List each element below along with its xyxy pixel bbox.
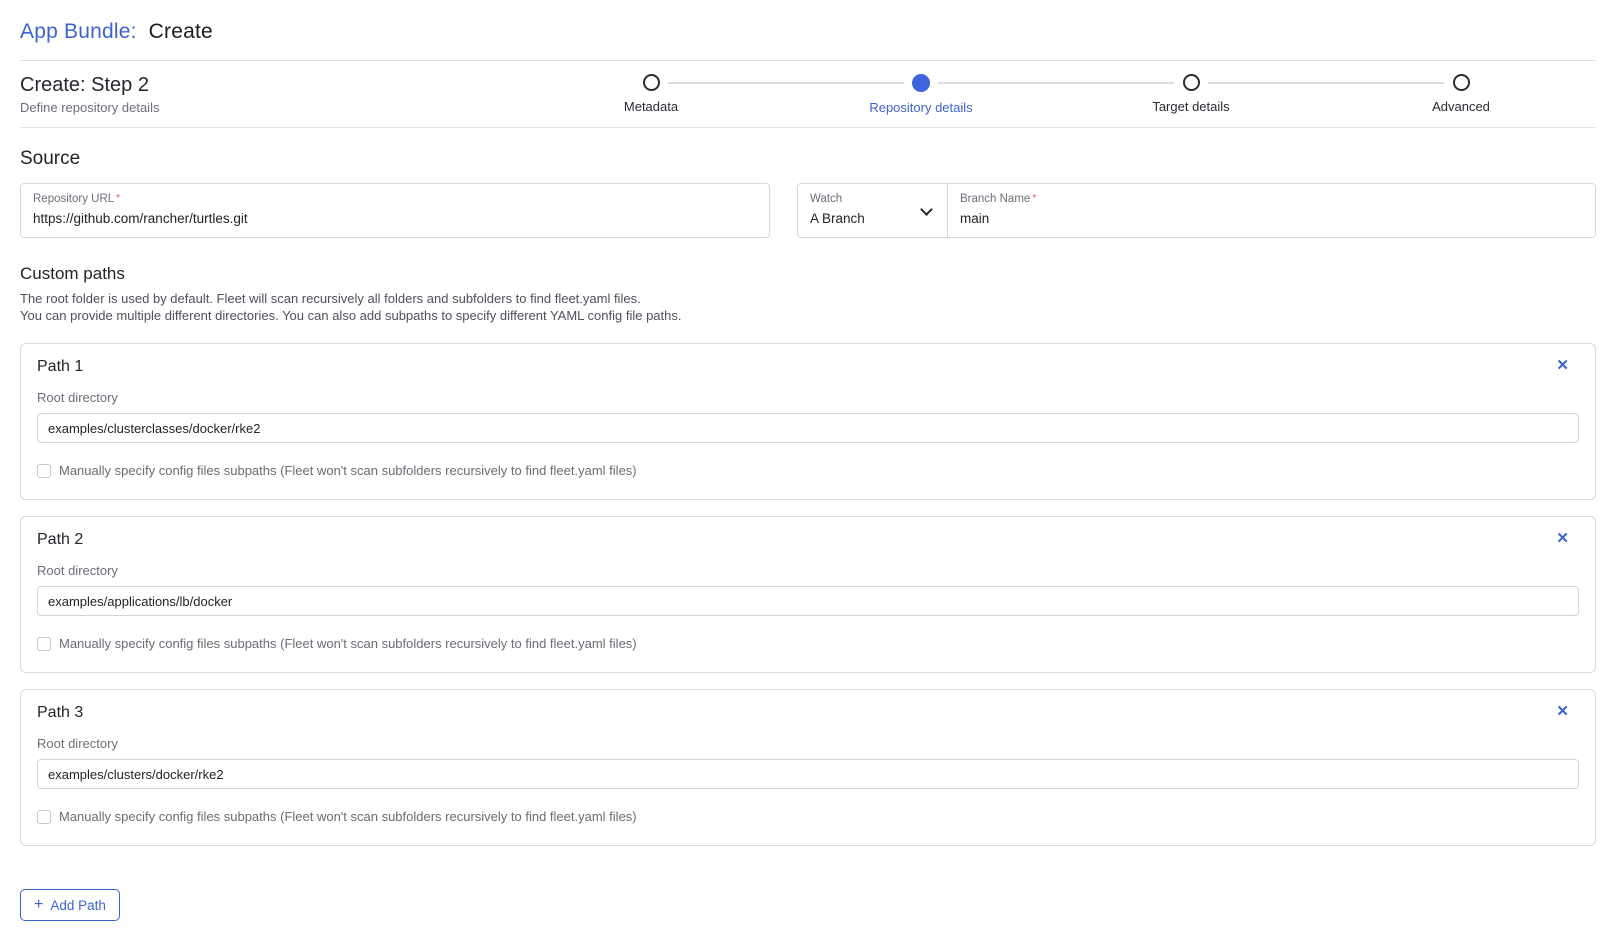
step-label: Metadata (624, 99, 678, 114)
subpaths-checkbox[interactable] (37, 464, 51, 478)
watch-select[interactable]: Watch A Branch (798, 184, 948, 237)
add-path-button[interactable]: + Add Path (20, 889, 120, 921)
close-icon[interactable]: ✕ (1554, 356, 1571, 375)
close-icon[interactable]: ✕ (1554, 702, 1571, 721)
branch-name-label: Branch Name* (960, 193, 1583, 205)
wizard-step-info: Create: Step 2 Define repository details (20, 74, 159, 115)
step-label: Target details (1152, 99, 1229, 114)
step-circle-icon (1183, 74, 1200, 91)
path-card-2: Path 2 ✕ Root directory Manually specify… (20, 516, 1596, 673)
subpaths-checkbox-row: Manually specify config files subpaths (… (37, 463, 1579, 478)
step-label: Advanced (1432, 99, 1490, 114)
subpaths-checkbox-label[interactable]: Manually specify config files subpaths (… (59, 809, 637, 824)
root-directory-input[interactable] (37, 759, 1579, 789)
masthead: App Bundle: Create (20, 0, 1596, 60)
step-label: Repository details (869, 100, 972, 115)
wizard-step-header: Create: Step 2 Define repository details… (20, 61, 1596, 128)
stepper-step-repository-details[interactable]: Repository details (786, 74, 1056, 115)
branch-name-input[interactable] (960, 211, 1583, 226)
root-directory-input[interactable] (37, 413, 1579, 443)
wizard-step-title: Create: Step 2 (20, 74, 159, 97)
custom-paths-heading: Custom paths (20, 264, 1596, 284)
close-icon[interactable]: ✕ (1554, 529, 1571, 548)
subpaths-checkbox-label[interactable]: Manually specify config files subpaths (… (59, 463, 637, 478)
subpaths-checkbox-row: Manually specify config files subpaths (… (37, 809, 1579, 824)
step-circle-icon (643, 74, 660, 91)
required-asterisk: * (116, 193, 120, 204)
root-directory-label: Root directory (37, 736, 1579, 751)
custom-paths-description: The root folder is used by default. Flee… (20, 291, 1596, 324)
path-card-1: Path 1 ✕ Root directory Manually specify… (20, 343, 1596, 500)
repository-url-label-text: Repository URL (33, 193, 114, 205)
root-directory-label: Root directory (37, 390, 1579, 405)
path-card-title: Path 1 (37, 358, 1579, 376)
step-circle-icon (1453, 74, 1470, 91)
path-card-title: Path 2 (37, 531, 1579, 549)
add-path-button-label: Add Path (50, 898, 106, 913)
plus-icon: + (34, 897, 43, 913)
page-title: App Bundle: Create (20, 20, 1596, 44)
wizard-stepper: Metadata Repository details Target detai… (516, 74, 1596, 115)
page-title-action: Create (149, 20, 213, 43)
stepper-step-metadata[interactable]: Metadata (516, 74, 786, 115)
subpaths-checkbox-label[interactable]: Manually specify config files subpaths (… (59, 636, 637, 651)
watch-selected-value: A Branch (810, 211, 935, 226)
repository-url-label: Repository URL* (33, 193, 757, 205)
watch-label: Watch (810, 193, 935, 205)
root-directory-input[interactable] (37, 586, 1579, 616)
step-circle-active-icon (912, 74, 930, 92)
branch-name-field[interactable]: Branch Name* (948, 184, 1595, 237)
subpaths-checkbox[interactable] (37, 637, 51, 651)
required-asterisk: * (1032, 193, 1036, 204)
custom-paths-description-line2: You can provide multiple different direc… (20, 308, 682, 323)
root-directory-label: Root directory (37, 563, 1579, 578)
source-fields-row: Repository URL* Watch A Branch Branch Na… (20, 183, 1596, 238)
repository-url-input[interactable] (33, 211, 757, 226)
stepper-step-target-details[interactable]: Target details (1056, 74, 1326, 115)
branch-name-label-text: Branch Name (960, 193, 1030, 205)
watch-branch-field-group: Watch A Branch Branch Name* (797, 183, 1596, 238)
wizard-step-subtitle: Define repository details (20, 100, 159, 115)
subpaths-checkbox[interactable] (37, 810, 51, 824)
page-title-prefix: App Bundle: (20, 20, 137, 43)
path-card-title: Path 3 (37, 704, 1579, 722)
stepper-step-advanced[interactable]: Advanced (1326, 74, 1596, 115)
custom-paths-description-line1: The root folder is used by default. Flee… (20, 291, 641, 306)
subpaths-checkbox-row: Manually specify config files subpaths (… (37, 636, 1579, 651)
app-bundle-create-page: App Bundle: Create Create: Step 2 Define… (0, 0, 1616, 945)
source-heading: Source (20, 148, 1596, 170)
path-card-3: Path 3 ✕ Root directory Manually specify… (20, 689, 1596, 846)
repository-url-field[interactable]: Repository URL* (20, 183, 770, 238)
